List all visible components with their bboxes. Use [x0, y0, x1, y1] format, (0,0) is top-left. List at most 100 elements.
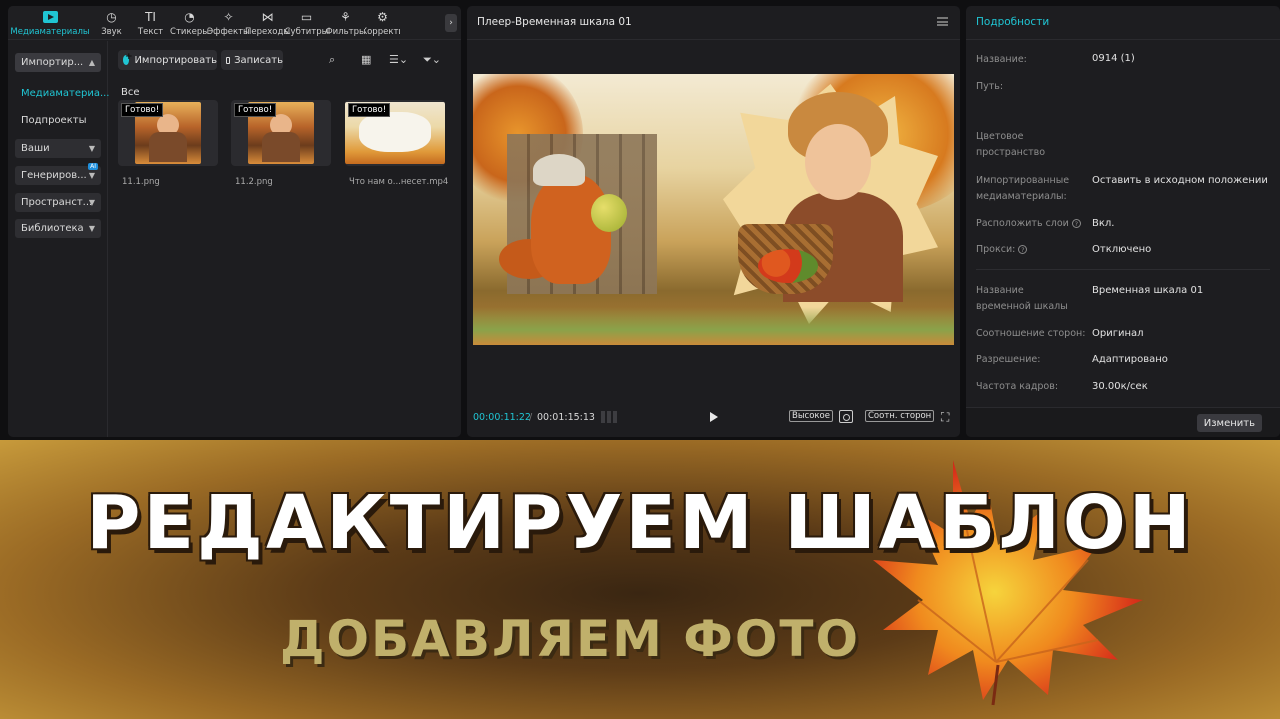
fullscreen-icon[interactable]: ⛶: [941, 410, 949, 425]
sidebar-item-media[interactable]: Медиаматериа...: [21, 88, 109, 99]
transitions-icon: ⋈: [261, 10, 274, 24]
import-button[interactable]: Импортировать: [118, 50, 217, 70]
tab-adjust[interactable]: ⚙ Корректи: [365, 6, 400, 40]
grid-view-icon[interactable]: ▦: [361, 53, 371, 66]
detail-value: Вкл.: [1092, 218, 1115, 229]
audio-icon: ◷: [106, 10, 117, 24]
tab-effects-label: Эффекты: [207, 27, 250, 37]
fox-hat: [533, 154, 585, 186]
detail-value: Оригинал: [1092, 328, 1144, 339]
detail-value: Оставить в исходном положении: [1092, 175, 1268, 186]
focus-icon[interactable]: [839, 410, 853, 423]
ready-badge: Готово!: [234, 103, 277, 117]
tab-audio[interactable]: ◷ Звук: [92, 6, 131, 40]
clip-name: 11.1.png: [122, 177, 160, 187]
tab-media[interactable]: Медиаматериалы: [8, 6, 92, 40]
filter-icon[interactable]: ⏷⌄: [423, 53, 441, 67]
tab-stickers[interactable]: ◔ Стикеры: [170, 6, 209, 40]
media-browser: Импортировать Записать ⌕ ▦ ☰⌄ ⏷⌄ Все Гот…: [109, 41, 461, 437]
detail-label: Название временной шкалы: [976, 285, 1068, 312]
search-icon[interactable]: ⌕: [329, 53, 335, 67]
detail-label: Разрешение:: [976, 354, 1041, 365]
sidebar-item-space[interactable]: Пространст... ▼: [15, 193, 101, 212]
banner-headline: РЕДАКТИРУЕМ ШАБЛОН: [86, 480, 1194, 566]
ready-badge: Готово!: [348, 103, 391, 117]
ai-badge: AI: [88, 163, 98, 170]
girl-face: [805, 124, 871, 200]
camera-icon: [226, 56, 231, 64]
aspect-ratio-button[interactable]: Соотн. сторон: [865, 410, 935, 422]
detail-value: Адаптировано: [1092, 354, 1168, 365]
tab-filters[interactable]: ⚘ Фильтры: [325, 6, 366, 40]
apple: [591, 194, 627, 232]
sort-icon[interactable]: ☰⌄: [389, 53, 408, 66]
change-button[interactable]: Изменить: [1196, 414, 1262, 432]
detail-value: 0914 (1): [1092, 53, 1135, 64]
video-preview[interactable]: [473, 74, 954, 345]
subtitles-icon: ▭: [300, 10, 313, 24]
ready-badge: Готово!: [121, 103, 164, 117]
detail-label: Расположить слои?: [976, 216, 1088, 232]
quality-button[interactable]: Высокое: [789, 410, 833, 422]
play-icon[interactable]: [710, 412, 718, 422]
sidebar-item-label: Ваши: [21, 143, 50, 154]
filters-icon: ⚘: [340, 10, 351, 24]
time-separator: /: [529, 412, 533, 423]
chevron-down-icon: ▼: [88, 224, 95, 233]
clip-name: 11.2.png: [235, 177, 273, 187]
detail-value: 30.00к/сек: [1092, 381, 1148, 392]
tab-text[interactable]: TI Текст: [131, 6, 170, 40]
sticker-icon: ◔: [184, 10, 195, 24]
sidebar-item-yours[interactable]: Ваши ▼: [15, 139, 101, 158]
detail-label: Импортированные медиаматериалы:: [976, 175, 1070, 202]
timeline-grid-icon[interactable]: [601, 411, 619, 423]
menu-icon[interactable]: [937, 17, 948, 26]
text-icon: TI: [145, 10, 156, 24]
plus-circle-icon: [123, 52, 133, 65]
vegetables: [758, 249, 818, 283]
tab-stickers-label: Стикеры: [170, 27, 209, 37]
sidebar-item-label: Импортир...: [21, 57, 84, 68]
sidebar-item-generate[interactable]: Генериров... AI ▼: [15, 163, 101, 185]
media-clip[interactable]: Готово!: [231, 100, 331, 166]
detail-label: Цветовое пространство: [976, 131, 1046, 158]
tab-subtitles[interactable]: ▭ Субтитры: [284, 6, 329, 40]
tab-transitions-label: Переходы: [244, 27, 291, 37]
record-button[interactable]: Записать: [221, 50, 283, 70]
sidebar-item-import[interactable]: Импортир... ▲: [15, 53, 101, 72]
media-clip[interactable]: Готово!: [345, 100, 445, 166]
sidebar-item-library[interactable]: Библиотека ▼: [15, 219, 101, 238]
tab-transitions[interactable]: ⋈ Переходы: [244, 6, 291, 40]
details-header: Подробности: [966, 6, 1280, 40]
title-banner: РЕДАКТИРУЕМ ШАБЛОН ДОБАВЛЯЕМ ФОТО: [0, 440, 1280, 719]
asset-toolbar: Медиаматериалы ◷ Звук TI Текст ◔ Стикеры…: [8, 6, 461, 40]
media-clip[interactable]: Готово!: [118, 100, 218, 166]
detail-label: Название:: [976, 54, 1027, 65]
detail-label: Прокси:?: [976, 242, 1088, 258]
help-icon[interactable]: ?: [1018, 245, 1028, 254]
record-button-label: Записать: [234, 54, 283, 66]
tab-effects[interactable]: ✧ Эффекты: [207, 6, 250, 40]
all-media-label: Все: [121, 87, 140, 98]
player-header: Плеер-Временная шкала 01: [467, 6, 960, 40]
player-title: Плеер-Временная шкала 01: [477, 16, 632, 28]
tab-audio-label: Звук: [101, 27, 122, 37]
tab-media-label: Медиаматериалы: [10, 27, 90, 37]
help-icon[interactable]: ?: [1071, 219, 1081, 228]
media-sidebar: Импортир... ▲ Медиаматериа... Подпроекты…: [8, 41, 109, 437]
detail-value: Отключено: [1092, 244, 1152, 255]
detail-label-text: Прокси:: [976, 244, 1016, 255]
video-editor-app: Медиаматериалы ◷ Звук TI Текст ◔ Стикеры…: [0, 0, 1280, 440]
tab-filters-label: Фильтры: [325, 27, 366, 37]
tab-subtitles-label: Субтитры: [284, 27, 329, 37]
toolbar-more-button[interactable]: ›: [445, 14, 457, 32]
sidebar-item-subprojects[interactable]: Подпроекты: [21, 115, 86, 126]
chevron-down-icon: ▼: [88, 144, 95, 153]
chevron-up-icon: ▲: [88, 58, 95, 67]
details-footer: Изменить: [966, 407, 1280, 437]
tab-text-label: Текст: [137, 27, 164, 37]
adjust-icon: ⚙: [377, 10, 388, 24]
tab-adjust-label: Корректи: [365, 27, 400, 37]
sidebar-item-label: Генериров...: [21, 170, 87, 181]
effects-icon: ✧: [223, 10, 234, 24]
